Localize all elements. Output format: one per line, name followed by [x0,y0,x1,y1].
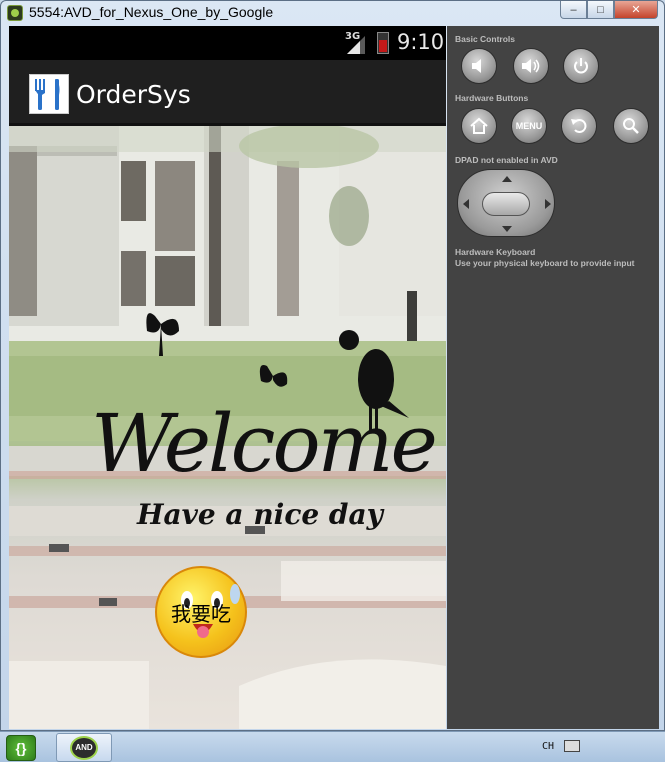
volume-up-button[interactable] [513,48,549,84]
clock: 9:10 [397,30,445,54]
svg-text:Have a nice day: Have a nice day [136,498,385,531]
back-icon [571,119,587,133]
android-emulator-icon [7,5,23,21]
power-icon [574,58,588,74]
hardware-keyboard-label: Hardware Keyboard [455,247,536,257]
window-title: 5554:AVD_for_Nexus_One_by_Google [29,4,274,20]
power-button[interactable] [563,48,599,84]
close-button[interactable]: ✕ [614,1,658,19]
menu-button[interactable]: MENU [511,108,547,144]
home-button[interactable] [461,108,497,144]
maximize-button[interactable]: □ [587,1,614,19]
order-button-label: 我要吃 [171,601,231,626]
status-bar: 3G 9:10 [9,26,446,60]
android-icon: AND [70,735,98,760]
keyboard-icon[interactable] [564,740,580,752]
volume-up-icon [522,59,540,73]
hardware-buttons-label: Hardware Buttons [455,93,529,103]
minimize-button[interactable]: ‒ [560,1,587,19]
volume-down-button[interactable] [461,48,497,84]
order-button[interactable]: 我要吃 [155,566,247,658]
hardware-keyboard-hint: Use your physical keyboard to provide in… [455,258,635,268]
dpad-label: DPAD not enabled in AVD [455,155,558,165]
volume-down-icon [472,59,481,73]
basic-controls-label: Basic Controls [455,34,515,44]
window-controls: ‒ □ ✕ [560,1,658,19]
home-icon [470,117,488,134]
window-titlebar[interactable]: 5554:AVD_for_Nexus_One_by_Google ‒ □ ✕ [1,1,664,25]
menu-label: MENU [515,121,543,131]
svg-text:Welcome: Welcome [91,397,435,490]
dpad[interactable] [457,169,555,237]
emulator-window: 5554:AVD_for_Nexus_One_by_Google ‒ □ ✕ 3… [0,0,665,731]
fork-knife-icon[interactable] [29,74,69,114]
taskbar-emulator-item[interactable]: AND [56,733,112,762]
taskbar: {} AND CH [0,731,665,762]
device-screen: 3G 9:10 OrderSys Welcome Have a nice day… [9,26,446,729]
emulator-controls-panel: Basic Controls Hardware Buttons MENU DPA… [447,26,659,729]
search-button[interactable] [613,108,649,144]
signal-icon [347,36,365,54]
dpad-center-button[interactable] [482,192,530,216]
action-bar: OrderSys [9,60,446,126]
start-button[interactable]: {} [6,735,36,761]
welcome-screen: Welcome Have a nice day 我要吃 [9,126,446,729]
app-title: OrderSys [76,80,191,109]
search-icon [623,118,639,134]
language-indicator[interactable]: CH [542,741,554,752]
battery-icon [377,32,389,54]
back-button[interactable] [561,108,597,144]
